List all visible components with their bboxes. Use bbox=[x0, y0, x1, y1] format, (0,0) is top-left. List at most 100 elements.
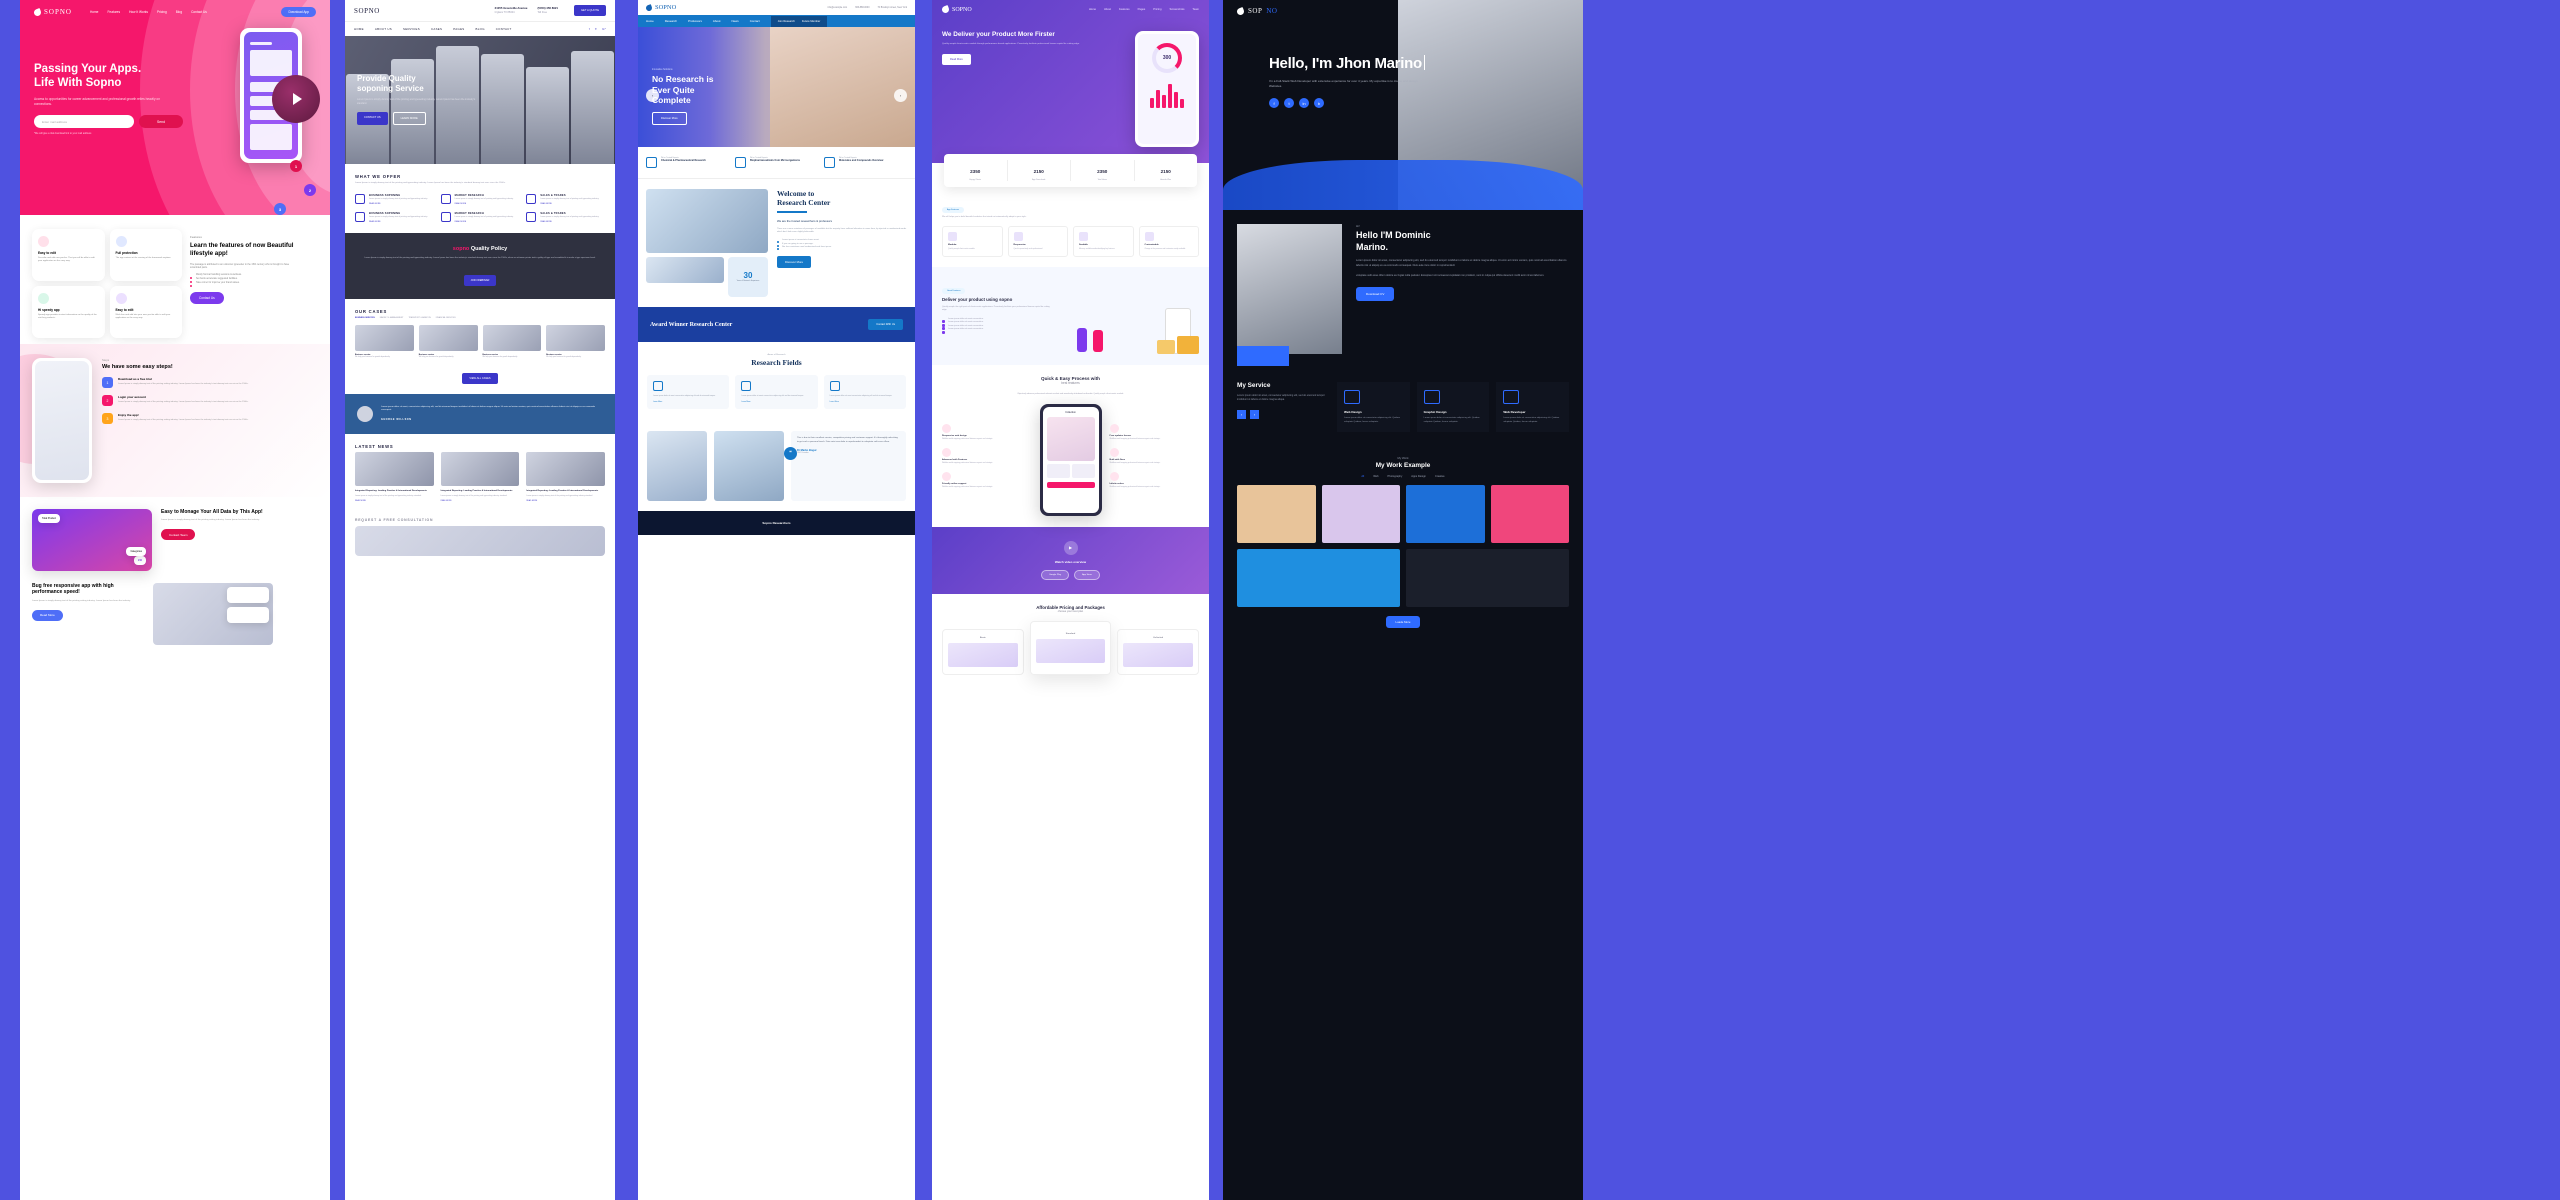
feature-card[interactable]: Easy to edit Describe and edit new you-b… bbox=[32, 229, 105, 281]
feature-card[interactable]: Modular Quickly morph client-centric mod… bbox=[942, 226, 1003, 257]
news-card[interactable]: Integrated Reporting: Leading Practice &… bbox=[355, 451, 434, 502]
read-more-link[interactable]: READ MORE bbox=[540, 203, 599, 205]
learn-more-link[interactable]: Learn More bbox=[830, 401, 900, 403]
join-webinar-button[interactable]: JOIN WEBINAR bbox=[463, 274, 497, 286]
offer-item[interactable]: SALES & TRADES Lorem ipsum is simply dum… bbox=[526, 211, 605, 223]
news-card[interactable]: Integrated Reporting: Leading Practice &… bbox=[526, 451, 605, 502]
service-card[interactable]: Graphic Design Lorem ipsum dolor sit con… bbox=[1416, 382, 1490, 433]
learn-more-link[interactable]: Learn More bbox=[741, 401, 811, 403]
nav-item-contact[interactable]: CONTACT bbox=[496, 27, 512, 31]
nav-item-professors[interactable]: Professors bbox=[688, 19, 702, 23]
pricing-card[interactable]: Unlimited bbox=[1117, 628, 1199, 675]
read-more-button[interactable]: Read More bbox=[942, 53, 971, 65]
news-card[interactable]: Integrated Reporting: Leading Practice &… bbox=[440, 451, 520, 502]
facebook-icon[interactable]: f bbox=[1269, 98, 1279, 109]
email-address[interactable]: info@example.com bbox=[827, 7, 847, 9]
contact-with-us-button[interactable]: Contact With Us bbox=[868, 319, 903, 330]
read-more-link[interactable]: READ MORE bbox=[369, 203, 428, 205]
get-a-quote-button[interactable]: GET A QUOTE bbox=[573, 5, 606, 16]
nav-item-home[interactable]: HOME bbox=[354, 27, 364, 31]
case-card[interactable]: Business service We help your business f… bbox=[546, 324, 605, 359]
contact-us-button[interactable]: CONTACT US bbox=[357, 111, 388, 125]
case-card[interactable]: Business service We help your business f… bbox=[418, 324, 478, 359]
case-tag[interactable]: BUSINESS SERVICES bbox=[355, 317, 375, 319]
nav-item-news[interactable]: News bbox=[731, 19, 738, 23]
read-more-link[interactable]: READ MORE bbox=[355, 500, 434, 502]
play-video-button[interactable] bbox=[272, 75, 320, 123]
read-more-link[interactable]: READ MORE bbox=[455, 203, 514, 205]
learn-more-link[interactable]: Learn More bbox=[653, 401, 723, 403]
feature-card[interactable]: Easy to edit Work fine and add into your… bbox=[109, 286, 182, 338]
work-thumbnail[interactable] bbox=[1490, 485, 1569, 544]
filter-all[interactable]: All bbox=[1361, 475, 1364, 478]
pricing-card[interactable]: Basic bbox=[942, 628, 1024, 675]
filter-web[interactable]: Web bbox=[1373, 475, 1378, 478]
field-card[interactable]: Lorem ipsum dolor sit amet consectetur a… bbox=[823, 375, 906, 409]
feature-card[interactable]: Hi speedy app Speedy app provides instan… bbox=[32, 286, 105, 338]
nav-item-how-it-works[interactable]: How It Works bbox=[129, 10, 148, 14]
contact-team-button[interactable]: Contact Team bbox=[161, 529, 196, 541]
send-button[interactable]: Send bbox=[139, 115, 183, 128]
nav-item-pricing[interactable]: Pricing bbox=[1153, 8, 1161, 11]
feature-card[interactable]: Customizable Change is the pressure and … bbox=[1138, 226, 1199, 257]
case-tag[interactable]: FINANCIAL SERVICES bbox=[436, 317, 456, 319]
phone-number[interactable]: 666-888-0000 bbox=[855, 7, 869, 9]
contact-us-button[interactable]: Contact Us bbox=[190, 292, 224, 305]
work-thumbnail[interactable] bbox=[1321, 485, 1400, 544]
case-tag[interactable]: TRANSPORT & AVIATION bbox=[408, 317, 430, 319]
read-more-link[interactable]: READ MORE bbox=[369, 221, 428, 223]
behance-icon[interactable]: b bbox=[1314, 98, 1324, 109]
case-card[interactable]: Business service We help your business f… bbox=[355, 324, 414, 359]
download-app-button[interactable]: Download App bbox=[281, 7, 316, 17]
panel4-logo[interactable]: SOPNO bbox=[941, 5, 972, 14]
nav-item-services[interactable]: SERVICES bbox=[403, 27, 420, 31]
filter-apps-design[interactable]: Apps Design bbox=[1411, 475, 1426, 478]
offer-item[interactable]: SALES & TRADES Lorem ipsum is simply dum… bbox=[526, 193, 605, 205]
nav-item-pricing[interactable]: Pricing bbox=[157, 10, 167, 14]
twitter-icon[interactable]: ✦ bbox=[595, 27, 598, 31]
nav-item-team[interactable]: Team bbox=[1192, 8, 1199, 11]
twitter-icon[interactable]: t bbox=[1284, 98, 1294, 109]
carousel-next-button[interactable]: › bbox=[1250, 409, 1259, 419]
nav-item-contact[interactable]: Contact bbox=[750, 19, 760, 23]
read-more-button[interactable]: Read More bbox=[32, 609, 63, 621]
nav-item-blog[interactable]: Blog bbox=[176, 10, 182, 14]
email-input[interactable]: Enter mail address bbox=[34, 115, 134, 128]
nav-item-about-us[interactable]: ABOUT US bbox=[375, 27, 392, 31]
facebook-icon[interactable]: f bbox=[589, 27, 590, 31]
google-plus-icon[interactable]: G⁺ bbox=[602, 27, 606, 31]
linkedin-icon[interactable]: in bbox=[1299, 98, 1309, 109]
filter-creative[interactable]: Creative bbox=[1435, 475, 1445, 478]
nav-item-about[interactable]: About bbox=[713, 19, 721, 23]
read-more-link[interactable]: READ MORE bbox=[441, 500, 520, 502]
read-more-link[interactable]: READ MORE bbox=[455, 221, 514, 223]
nav-item-features[interactable]: Features bbox=[1119, 8, 1130, 11]
nav-item-features[interactable]: Features bbox=[107, 10, 120, 14]
case-card[interactable]: Business service We help your business f… bbox=[482, 324, 542, 359]
learn-more-button[interactable]: LEARN MORE bbox=[392, 111, 426, 125]
feature-card[interactable]: Responsive Quick to proactively scale pr… bbox=[1007, 226, 1068, 257]
app-store-button[interactable]: App Store bbox=[1074, 569, 1100, 580]
download-cv-button[interactable]: Download CV bbox=[1356, 286, 1395, 301]
nav-item-cases[interactable]: CASES bbox=[431, 27, 442, 31]
nav-item-screenshots[interactable]: Screenshots bbox=[1169, 8, 1184, 11]
nav-item-about[interactable]: About bbox=[1104, 8, 1111, 11]
offer-item[interactable]: MARKET RESEARCH Lorem ipsum is simply du… bbox=[440, 193, 520, 205]
work-thumbnail[interactable] bbox=[1406, 485, 1485, 544]
feature-card[interactable]: Full protection The app content at the r… bbox=[109, 229, 182, 281]
discover-more-button[interactable]: Discover More bbox=[777, 255, 812, 268]
field-card[interactable]: Lorem ipsum dolor sit amet consectetur a… bbox=[647, 375, 730, 409]
carousel-prev-button[interactable]: ‹ bbox=[1237, 409, 1246, 419]
read-more-link[interactable]: READ MORE bbox=[526, 500, 605, 502]
panel2-logo[interactable]: SOPNO bbox=[354, 7, 380, 15]
panel5-logo[interactable]: SOP NO bbox=[1236, 6, 1277, 16]
nav-item-home[interactable]: Home bbox=[90, 10, 99, 14]
nav-item-pages[interactable]: Pages bbox=[1138, 8, 1146, 11]
load-more-button[interactable]: Loade More bbox=[1385, 616, 1421, 629]
nav-item-pages[interactable]: PAGES bbox=[453, 27, 464, 31]
offer-item[interactable]: BUSINESS SOPONING Lorem ipsum is simply … bbox=[355, 193, 434, 205]
future-member-button[interactable]: Future Member bbox=[802, 20, 820, 23]
nav-item-research[interactable]: Research bbox=[665, 19, 677, 23]
google-play-button[interactable]: Google Play bbox=[1041, 569, 1070, 580]
offer-item[interactable]: BUSINESS SOPONING Lorem ipsum is simply … bbox=[355, 211, 434, 223]
